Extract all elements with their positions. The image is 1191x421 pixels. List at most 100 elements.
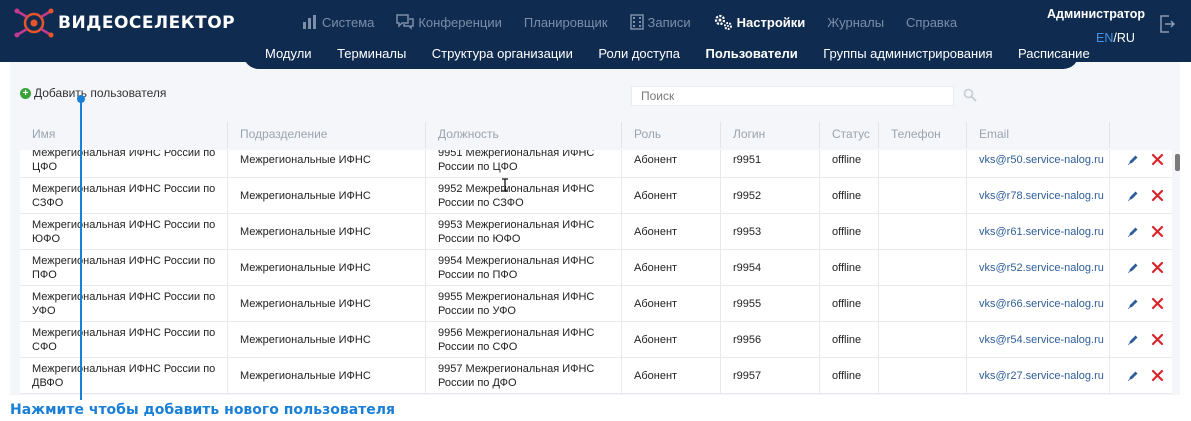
cell-email[interactable]: vks@r78.service-nalog.ru (966, 178, 1108, 214)
cell-role: Абонент (621, 150, 718, 178)
cell-department: Межрегиональные ИФНС (227, 250, 423, 286)
column-header-department[interactable]: Подразделение (227, 122, 417, 148)
language-switcher: EN/RU (1096, 31, 1135, 45)
cell-name-text: Межрегиональная ИФНС России по СФО (32, 327, 216, 353)
cell-department-text: Межрегиональные ИФНС (240, 370, 371, 382)
table-row[interactable]: Межрегиональная ИФНС России по ПФО Межрег… (20, 250, 1172, 286)
cell-position-text: 9952 Межрегиональная ИФНС России по СЗФО (438, 183, 595, 209)
nav-item-conferences[interactable]: Конференции (396, 14, 502, 30)
nav-item-records[interactable]: Записи (629, 14, 691, 30)
add-user-button[interactable]: + Добавить пользователя (20, 86, 166, 100)
subnav-item-schedule[interactable]: Расписание (1018, 46, 1090, 61)
edit-pencil-icon[interactable] (1127, 262, 1139, 274)
edit-pencil-icon[interactable] (1127, 334, 1139, 346)
cell-role-text: Абонент (634, 334, 678, 346)
cell-position: 9954 Межрегиональная ИФНС России по ПФО (425, 250, 619, 286)
chat-bubbles-icon (396, 14, 415, 30)
plus-circle-icon: + (20, 87, 31, 99)
cell-login: r9955 (720, 286, 817, 322)
table-row[interactable]: Межрегиональная ИФНС России по ЮФО Межрег… (20, 214, 1172, 250)
edit-pencil-icon[interactable] (1127, 298, 1139, 310)
cell-login: r9954 (720, 250, 817, 286)
column-header-role[interactable]: Роль (621, 122, 716, 148)
column-header-position[interactable]: Должность (425, 122, 615, 148)
cell-status: offline (819, 150, 876, 178)
lang-ru-link[interactable]: RU (1117, 31, 1135, 45)
cell-login-text: r9954 (733, 262, 762, 274)
nav-item-help[interactable]: Справка (906, 15, 957, 30)
cell-email-text: vks@r27.service-nalog.ru (979, 370, 1104, 382)
cell-role-text: Абонент (634, 154, 678, 166)
cell-department-text: Межрегиональные ИФНС (240, 226, 371, 238)
table-row[interactable]: Межрегиональная ИФНС России по СЗФО Межре… (20, 178, 1172, 214)
delete-x-icon[interactable] (1151, 261, 1164, 274)
nav-item-logs[interactable]: Журналы (827, 15, 884, 30)
scrollbar-thumb[interactable] (1175, 154, 1180, 171)
subnav-item-users[interactable]: Пользователи (706, 46, 798, 61)
edit-pencil-icon[interactable] (1127, 154, 1139, 166)
logo[interactable]: ВИДЕОСЕЛЕКТОР (14, 7, 235, 39)
delete-x-icon[interactable] (1151, 297, 1164, 310)
cell-phone (878, 178, 964, 214)
cell-role-text: Абонент (634, 298, 678, 310)
cell-status-text: offline (832, 226, 862, 238)
column-header-actions (1109, 122, 1179, 148)
search-icon[interactable] (963, 88, 977, 102)
subnav-item-terminals[interactable]: Терминалы (337, 46, 406, 61)
column-header-phone[interactable]: Телефон (878, 122, 963, 148)
user-name[interactable]: Администратор (1047, 7, 1145, 21)
edit-pencil-icon[interactable] (1127, 226, 1139, 238)
delete-x-icon[interactable] (1151, 333, 1164, 346)
column-header-email[interactable]: Email (966, 122, 1108, 148)
column-header-name[interactable]: Имя (20, 122, 215, 148)
subnav-item-access-roles[interactable]: Роли доступа (598, 46, 680, 61)
cell-phone (878, 250, 964, 286)
lang-en-link[interactable]: EN (1096, 31, 1113, 45)
cell-email-text: vks@r66.service-nalog.ru (979, 298, 1104, 310)
cell-email[interactable]: vks@r66.service-nalog.ru (966, 286, 1108, 322)
column-header-status[interactable]: Статус (819, 122, 874, 148)
table-row[interactable]: Межрегиональная ИФНС России по ЦФО Межрег… (20, 150, 1172, 178)
add-user-label: Добавить пользователя (34, 86, 167, 100)
cell-status-text: offline (832, 190, 862, 202)
delete-x-icon[interactable] (1151, 189, 1164, 202)
gears-icon (713, 13, 733, 31)
subnav-item-org-structure[interactable]: Структура организации (432, 46, 573, 61)
cell-email[interactable]: vks@r52.service-nalog.ru (966, 250, 1108, 286)
cell-name: Межрегиональная ИФНС России по ЮФО (20, 214, 225, 250)
cell-email-text: vks@r52.service-nalog.ru (979, 262, 1104, 274)
table-row[interactable]: Межрегиональная ИФНС России по СФО Межрег… (20, 322, 1172, 358)
table-header: Имя Подразделение Должность Роль Логин С… (20, 122, 1180, 148)
delete-x-icon[interactable] (1151, 153, 1164, 166)
delete-x-icon[interactable] (1151, 225, 1164, 238)
cell-email-text: vks@r50.service-nalog.ru (979, 154, 1104, 166)
subnav-item-modules[interactable]: Модули (265, 46, 312, 61)
delete-x-icon[interactable] (1151, 369, 1164, 382)
cell-email[interactable]: vks@r61.service-nalog.ru (966, 214, 1108, 250)
cell-name: Межрегиональная ИФНС России по СФО (20, 322, 225, 358)
cell-status: offline (819, 250, 876, 286)
cell-email-text: vks@r54.service-nalog.ru (979, 334, 1104, 346)
table-row[interactable]: Межрегиональная ИФНС России по УФО Межрег… (20, 286, 1172, 322)
bar-chart-icon (302, 15, 318, 29)
edit-pencil-icon[interactable] (1127, 370, 1139, 382)
cell-role-text: Абонент (634, 226, 678, 238)
cell-position: 9953 Межрегиональная ИФНС России по ЮФО (425, 214, 619, 250)
cell-email[interactable]: vks@r27.service-nalog.ru (966, 358, 1108, 394)
nav-item-system[interactable]: Система (302, 15, 374, 30)
search-input[interactable] (631, 86, 954, 106)
nav-item-settings[interactable]: Настройки (713, 13, 805, 31)
cell-login-text: r9953 (733, 226, 762, 238)
edit-pencil-icon[interactable] (1127, 190, 1139, 202)
cell-email[interactable]: vks@r54.service-nalog.ru (966, 322, 1108, 358)
logout-icon[interactable] (1159, 14, 1175, 34)
users-table: Межрегиональная ИФНС России по ЦФО Межрег… (20, 150, 1172, 395)
subnav-item-admin-groups[interactable]: Группы администрирования (823, 46, 992, 61)
nav-item-scheduler[interactable]: Планировщик (524, 15, 608, 30)
nav-item-label: Справка (906, 14, 958, 30)
table-row[interactable]: Межрегиональная ИФНС России по ДВФО Межре… (20, 358, 1172, 394)
sub-nav: Модули Терминалы Структура организации Р… (243, 38, 1090, 69)
cell-email[interactable]: vks@r50.service-nalog.ru (966, 150, 1108, 178)
column-header-login[interactable]: Логин (720, 122, 815, 148)
cell-position-text: 9954 Межрегиональная ИФНС России по ПФО (438, 255, 595, 281)
